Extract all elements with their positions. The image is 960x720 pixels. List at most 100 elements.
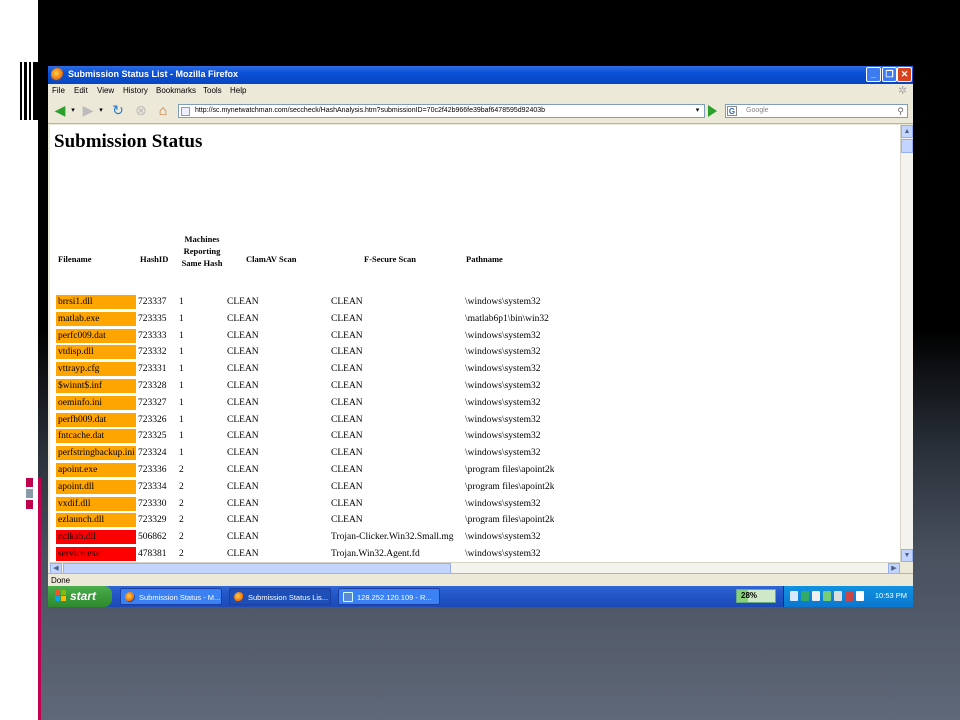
table-row: $winnt$.inf 723328 1 CLEAN CLEAN \windows\sys… (50, 379, 900, 395)
menu-bookmarks[interactable]: Bookmarks (156, 86, 196, 95)
cell-pathname: \windows\system32 (465, 347, 541, 358)
tray-app-icon[interactable] (834, 591, 842, 601)
taskbar-item-submission-status[interactable]: Submission Status - M... (120, 588, 222, 605)
menu-view[interactable]: View (97, 86, 114, 95)
col-machines: Machines Reporting Same Hash (181, 234, 223, 268)
cell-machines: 1 (179, 397, 184, 408)
cell-hashid: 723328 (138, 381, 167, 391)
cell-hashid: 478381 (138, 549, 167, 559)
cell-clamav: CLEAN (227, 465, 259, 475)
cell-pathname: \program files\apoint2k (465, 481, 555, 492)
cell-hashid: 723334 (138, 481, 167, 492)
taskbar-item-label: Submission Status - M... (139, 593, 221, 602)
cell-filename: ezlaunch.dll (56, 513, 136, 528)
stop-icon[interactable]: ⊗ (132, 103, 150, 118)
cell-machines: 1 (179, 313, 184, 324)
cell-fsecure: CLEAN (331, 297, 363, 307)
menu-history[interactable]: History (123, 86, 148, 95)
cell-pathname: \windows\system32 (465, 330, 541, 341)
menu-help[interactable]: Help (230, 86, 246, 95)
system-tray: 10:53 PM (783, 586, 913, 607)
cell-machines: 2 (179, 549, 184, 559)
horizontal-scrollbar[interactable]: ◀ ▶ (50, 562, 900, 574)
home-icon[interactable]: ⌂ (154, 103, 172, 118)
cell-fsecure: Trojan.Win32.Agent.fd (331, 549, 420, 559)
forward-history-icon[interactable]: ▾ (97, 103, 105, 118)
vertical-scroll-thumb[interactable] (901, 139, 913, 153)
back-history-icon[interactable]: ▾ (69, 103, 77, 118)
google-engine-icon[interactable]: G (727, 106, 737, 116)
cell-filename: oeminfo.ini (56, 395, 136, 410)
search-input[interactable]: G Google ⚲ (725, 104, 908, 118)
cell-clamav: CLEAN (227, 330, 259, 341)
scroll-up-icon[interactable]: ▲ (901, 125, 913, 138)
vertical-scrollbar[interactable]: ▲ ▼ (900, 125, 913, 562)
cell-filename: perfh009.dat (56, 412, 136, 427)
cell-fsecure: CLEAN (331, 515, 363, 526)
firefox-icon (234, 592, 244, 602)
cell-clamav: CLEAN (227, 448, 259, 459)
battery-meter[interactable]: 28% (736, 589, 776, 603)
cell-clamav: CLEAN (227, 347, 259, 358)
menu-file[interactable]: File (52, 86, 65, 95)
start-button[interactable]: start (48, 586, 112, 607)
cell-pathname: \matlab6p1\bin\win32 (465, 313, 549, 324)
cell-hashid: 723333 (138, 330, 167, 341)
cell-machines: 2 (179, 532, 184, 543)
taskbar-item-remote-desktop[interactable]: 128.252.120.109 - R... (338, 588, 440, 605)
cell-machines: 1 (179, 297, 184, 307)
scroll-down-icon[interactable]: ▼ (901, 549, 913, 562)
cell-machines: 1 (179, 381, 184, 391)
cell-filename: fntcache.dat (56, 429, 136, 444)
tray-signal-icon[interactable] (823, 591, 831, 601)
minimize-button[interactable]: _ (866, 67, 881, 82)
col-hashid: HashID (140, 254, 169, 264)
menu-bar: File Edit View History Bookmarks Tools H… (48, 84, 913, 98)
cell-hashid: 723326 (138, 414, 167, 425)
cell-clamav: CLEAN (227, 549, 259, 559)
cell-pathname: \windows\system32 (465, 364, 541, 375)
table-row: perfc009.dat 723333 1 CLEAN CLEAN \windows\sy… (50, 328, 900, 345)
menu-tools[interactable]: Tools (203, 86, 222, 95)
title-bar: Submission Status List - Mozilla Firefox… (48, 66, 913, 84)
cell-fsecure: CLEAN (331, 498, 363, 509)
taskbar-item-submission-status-list[interactable]: Submission Status Lis... (229, 588, 331, 605)
cell-clamav: CLEAN (227, 414, 259, 425)
reload-icon[interactable]: ↻ (109, 103, 127, 118)
cell-fsecure: CLEAN (331, 431, 363, 442)
go-button[interactable] (708, 105, 717, 117)
cell-hashid: 723330 (138, 498, 167, 509)
tray-power-icon[interactable] (812, 591, 820, 601)
cell-hashid: 723324 (138, 448, 167, 459)
cell-fsecure: CLEAN (331, 397, 363, 408)
cell-machines: 1 (179, 347, 184, 358)
maximize-button[interactable]: ❐ (882, 67, 897, 82)
cell-pathname: \windows\system32 (465, 414, 541, 425)
table-row: ezlaunch.dll 723329 2 CLEAN CLEAN \program fi… (50, 513, 900, 529)
cell-machines: 2 (179, 465, 184, 475)
tray-network-icon[interactable] (801, 591, 809, 601)
tray-chevron-icon[interactable] (790, 591, 798, 601)
table-row: apoint.exe 723336 2 CLEAN CLEAN \program file… (50, 463, 900, 479)
slide-accent-line (38, 478, 41, 720)
tray-display-icon[interactable] (856, 591, 864, 601)
tray-security-icon[interactable] (845, 591, 853, 601)
table-row: matlab.exe 723335 1 CLEAN CLEAN \matlab6p1\bi… (50, 311, 900, 328)
search-icon[interactable]: ⚲ (897, 106, 904, 117)
cell-filename: apoint.dll (56, 479, 136, 494)
close-button[interactable]: ✕ (897, 67, 912, 82)
cell-machines: 2 (179, 515, 184, 526)
cell-hashid: 723327 (138, 397, 167, 408)
navigation-toolbar: ◀ ▾ ▶ ▾ ↻ ⊗ ⌂ http://sc.mynetwatchman.co… (48, 98, 913, 124)
url-bar[interactable]: http://sc.mynetwatchman.com/seccheck/Has… (178, 104, 705, 118)
url-dropdown-icon[interactable]: ▾ (692, 105, 703, 117)
cell-hashid: 723337 (138, 297, 167, 307)
table-row: apoint.dll 723334 2 CLEAN CLEAN \program file… (50, 479, 900, 496)
menu-edit[interactable]: Edit (74, 86, 88, 95)
back-button-icon[interactable]: ◀ (51, 103, 69, 118)
table-row: oeminfo.ini 723327 1 CLEAN CLEAN \windows\sys… (50, 395, 900, 412)
cell-clamav: CLEAN (227, 498, 259, 509)
throbber-icon: ✲ (898, 85, 908, 97)
cell-fsecure: CLEAN (331, 330, 363, 341)
forward-button-icon[interactable]: ▶ (79, 103, 97, 118)
